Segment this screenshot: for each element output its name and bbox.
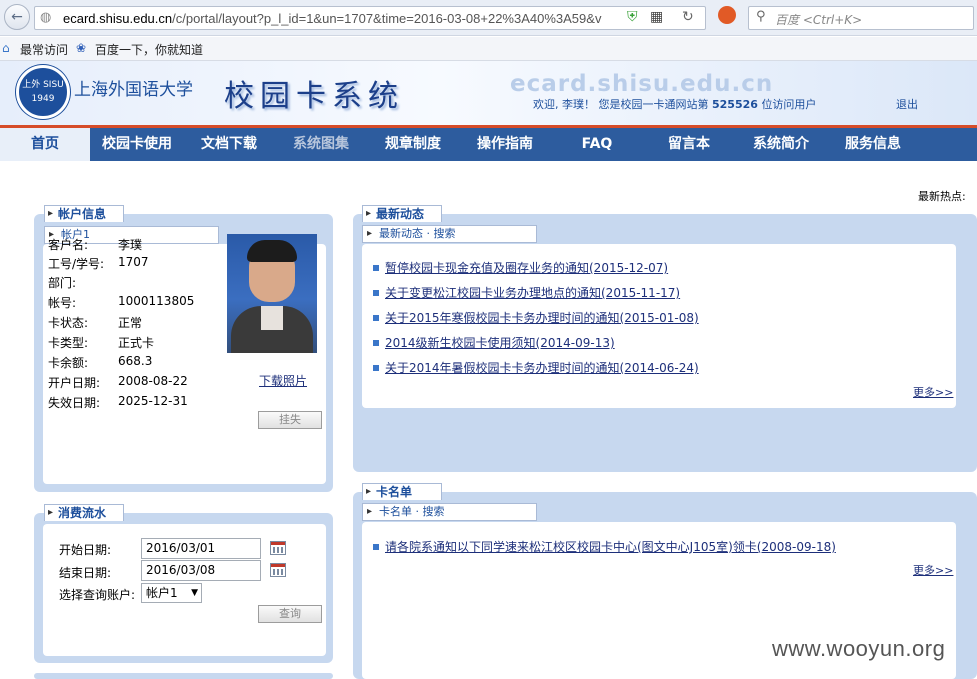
- nav-guestbook[interactable]: 留言本: [642, 128, 736, 161]
- cardlist-subtab[interactable]: 卡名单 · 搜索: [362, 503, 537, 521]
- shield-icon[interactable]: ⛨: [627, 9, 638, 25]
- baidu-paw-icon: ❀: [76, 41, 87, 55]
- download-photo-link[interactable]: 下载照片: [259, 372, 307, 389]
- calendar-icon[interactable]: [270, 563, 286, 577]
- open-date-label: 开户日期:: [48, 376, 101, 390]
- customer-name-value: 李璞: [118, 238, 143, 252]
- user-photo: [227, 234, 317, 353]
- id-value: 1707: [118, 255, 149, 269]
- account-select-label: 选择查询账户:: [59, 588, 136, 602]
- search-placeholder: 百度 <Ctrl+K>: [775, 13, 863, 27]
- nav-about[interactable]: 系统简介: [736, 128, 826, 161]
- next-panel-edge: [34, 673, 333, 679]
- card-type-label: 卡类型:: [48, 336, 89, 350]
- chevron-down-icon: ▼: [191, 588, 198, 598]
- main-nav: 首页 校园卡使用 文档下载 系统图集 规章制度 操作指南 FAQ 留言本 系统简…: [0, 125, 977, 161]
- card-status-value: 正常: [118, 316, 143, 330]
- account-select-value: 帐户1: [146, 586, 178, 600]
- url-text: ecard.shisu.edu.cn/c/portal/layout?p_l_i…: [63, 11, 602, 26]
- account-number-value: 1000113805: [118, 294, 195, 308]
- customer-name-label: 客户名:: [48, 238, 89, 252]
- logout-link[interactable]: 退出: [896, 96, 918, 112]
- news-item[interactable]: 关于2015年寒假校园卡卡务办理时间的通知(2015-01-08): [373, 309, 699, 326]
- news-subtab[interactable]: 最新动态 · 搜索: [362, 225, 537, 243]
- address-bar[interactable]: ◍ ecard.shisu.edu.cn/c/portal/layout?p_l…: [34, 6, 706, 30]
- bullet-icon: [373, 265, 379, 271]
- hot-topics-label: 最新热点:: [918, 190, 966, 203]
- card-status-label: 卡状态:: [48, 316, 89, 330]
- nav-services[interactable]: 服务信息: [826, 128, 920, 161]
- system-title: 校园卡系统: [224, 79, 404, 114]
- university-name: 上海外国语大学: [74, 80, 193, 100]
- news-item[interactable]: 关于2014年暑假校园卡卡务办理时间的通知(2014-06-24): [373, 359, 699, 376]
- wooyun-watermark: www.wooyun.org: [772, 636, 946, 661]
- balance-label: 卡余额:: [48, 356, 89, 370]
- visitor-count: 525526: [712, 98, 758, 111]
- end-date-input[interactable]: 2016/03/08: [141, 560, 261, 581]
- photo-collar: [261, 306, 283, 330]
- search-icon: ⚲: [756, 9, 766, 24]
- account-select[interactable]: 帐户1 ▼: [141, 583, 202, 603]
- balance-value: 668.3: [118, 354, 153, 368]
- bullet-icon: [373, 340, 379, 346]
- account-panel-tab: 帐户信息: [44, 205, 124, 222]
- welcome-text: 欢迎, 李璞！ 您是校园一卡通网站第 525526 位访问用户: [533, 98, 817, 111]
- cardlist-more-link[interactable]: 更多>>: [913, 562, 953, 578]
- card-type-value: 正式卡: [118, 336, 155, 350]
- expiry-date-value: 2025-12-31: [118, 394, 188, 408]
- news-item[interactable]: 关于变更松江校园卡业务办理地点的通知(2015-11-17): [373, 284, 680, 301]
- globe-icon: ◍: [40, 10, 52, 25]
- consume-panel-tab: 消费流水: [44, 504, 124, 521]
- nav-home[interactable]: 首页: [0, 128, 90, 161]
- id-label: 工号/学号:: [48, 257, 105, 271]
- nav-downloads[interactable]: 文档下载: [184, 128, 274, 161]
- cardlist-panel-tab: 卡名单: [362, 483, 442, 500]
- report-loss-button[interactable]: 挂失: [258, 411, 322, 429]
- bullet-icon: [373, 290, 379, 296]
- start-date-label: 开始日期:: [59, 543, 112, 557]
- site-header: 上外 SISU 1949 上海外国语大学 校园卡系统 ecard.shisu.e…: [0, 61, 977, 125]
- news-more-link[interactable]: 更多>>: [913, 384, 953, 400]
- search-input[interactable]: ⚲ 百度 <Ctrl+K>: [748, 6, 974, 30]
- bookmark-most-visited[interactable]: 最常访问: [20, 41, 68, 58]
- end-date-label: 结束日期:: [59, 566, 112, 580]
- account-number-label: 帐号:: [48, 296, 77, 310]
- bookmarks-bar: ⌂ 最常访问 ❀ 百度一下，你就知道: [0, 37, 977, 61]
- open-date-value: 2008-08-22: [118, 374, 188, 388]
- back-icon[interactable]: ←: [4, 4, 30, 30]
- nav-card-usage[interactable]: 校园卡使用: [90, 128, 184, 161]
- university-seal-logo: 上外 SISU 1949: [16, 65, 70, 119]
- news-item[interactable]: 2014级新生校园卡使用须知(2014-09-13): [373, 334, 615, 351]
- department-label: 部门:: [48, 276, 77, 290]
- start-date-input[interactable]: 2016/03/01: [141, 538, 261, 559]
- bookmark-baidu[interactable]: 百度一下，你就知道: [95, 41, 203, 58]
- cardlist-item[interactable]: 请各院系通知以下同学速来松江校区校园卡中心(图文中心J105室)领卡(2008-…: [373, 538, 836, 555]
- bullet-icon: [373, 365, 379, 371]
- calendar-icon[interactable]: [270, 541, 286, 555]
- domain-watermark: ecard.shisu.edu.cn: [510, 71, 774, 97]
- bookmark-icon: ⌂: [2, 41, 10, 55]
- photo-hair: [247, 240, 297, 262]
- news-item[interactable]: 暂停校园卡现金充值及圈存业务的通知(2015-12-07): [373, 259, 668, 276]
- nav-guide[interactable]: 操作指南: [458, 128, 552, 161]
- extension-icon[interactable]: [718, 6, 736, 24]
- query-button[interactable]: 查询: [258, 605, 322, 623]
- bullet-icon: [373, 315, 379, 321]
- expiry-date-label: 失效日期:: [48, 396, 101, 410]
- nav-gallery[interactable]: 系统图集: [274, 128, 368, 161]
- browser-toolbar: ← ◍ ecard.shisu.edu.cn/c/portal/layout?p…: [0, 0, 977, 36]
- nav-regulations[interactable]: 规章制度: [368, 128, 458, 161]
- refresh-icon[interactable]: ↻: [682, 9, 694, 25]
- news-panel-tab: 最新动态: [362, 205, 442, 222]
- nav-faq[interactable]: FAQ: [552, 128, 642, 161]
- bullet-icon: [373, 544, 379, 550]
- qrcode-icon[interactable]: ▦: [650, 9, 663, 25]
